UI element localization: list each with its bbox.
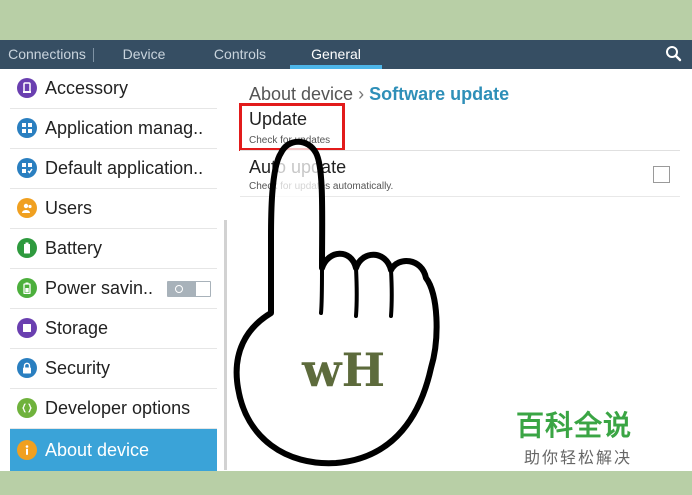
sidebar-item-label: Battery bbox=[45, 238, 103, 258]
sidebar-item-label: Default application.. bbox=[45, 158, 204, 178]
pointing-hand-illustration bbox=[233, 138, 440, 467]
watermark: 百科全说 助你轻松解决 bbox=[516, 404, 632, 468]
breadcrumb: About device › Software update bbox=[249, 84, 509, 105]
security-icon bbox=[17, 358, 37, 378]
sidebar-item-about-device[interactable]: About device bbox=[10, 429, 217, 471]
wh-logo: wH bbox=[300, 342, 410, 397]
tab-bar: Connections Device Controls General bbox=[0, 40, 692, 69]
battery-icon bbox=[17, 238, 37, 258]
sidebar-item-accessory[interactable]: Accessory bbox=[10, 69, 217, 109]
sidebar-item-label: Developer options bbox=[45, 398, 191, 418]
settings-sidebar: Accessory Application manag.. Default ap… bbox=[10, 69, 225, 471]
breadcrumb-parent[interactable]: About device bbox=[249, 84, 353, 104]
sidebar-item-developer-options[interactable]: Developer options bbox=[10, 389, 217, 429]
watermark-subtitle: 助你轻松解决 bbox=[524, 448, 633, 467]
sidebar-item-battery[interactable]: Battery bbox=[10, 229, 217, 269]
users-icon bbox=[17, 198, 37, 218]
power-saving-icon bbox=[17, 278, 37, 298]
sidebar-item-label: Accessory bbox=[45, 78, 129, 98]
storage-icon bbox=[17, 318, 37, 338]
accessory-icon bbox=[17, 78, 37, 98]
power-saving-toggle[interactable] bbox=[167, 281, 211, 297]
tab-controls[interactable]: Controls bbox=[196, 40, 284, 69]
sidebar-item-label: About device bbox=[45, 440, 150, 460]
sidebar-item-security[interactable]: Security bbox=[10, 349, 217, 389]
default-applications-icon bbox=[17, 158, 37, 178]
sidebar-item-default-applications[interactable]: Default application.. bbox=[10, 149, 217, 189]
top-frame bbox=[0, 0, 692, 40]
tab-separator bbox=[93, 48, 94, 62]
application-manager-icon bbox=[17, 118, 37, 138]
wh-logo-text: wH bbox=[301, 343, 385, 394]
developer-options-icon bbox=[17, 398, 37, 418]
sidebar-item-users[interactable]: Users bbox=[10, 189, 217, 229]
sidebar-item-storage[interactable]: Storage bbox=[10, 309, 217, 349]
toggle-off-indicator bbox=[175, 285, 183, 293]
search-icon[interactable] bbox=[664, 44, 684, 64]
sidebar-item-label: Security bbox=[45, 358, 111, 378]
breadcrumb-separator: › bbox=[358, 84, 365, 104]
bottom-frame bbox=[0, 471, 692, 495]
auto-update-checkbox[interactable] bbox=[653, 166, 670, 183]
tab-connections[interactable]: Connections bbox=[2, 40, 92, 69]
sidebar-item-power-saving[interactable]: Power savin.. bbox=[10, 269, 217, 309]
sidebar-item-label: Application manag.. bbox=[45, 118, 204, 138]
about-device-icon bbox=[17, 440, 37, 460]
toggle-knob bbox=[196, 282, 210, 296]
sidebar-item-label: Power savin.. bbox=[45, 278, 154, 298]
sidebar-item-label: Storage bbox=[45, 318, 109, 338]
watermark-title: 百科全说 bbox=[516, 409, 633, 442]
sidebar-item-label: Users bbox=[45, 198, 93, 218]
tab-device[interactable]: Device bbox=[100, 40, 188, 69]
sidebar-item-application-manager[interactable]: Application manag.. bbox=[10, 109, 217, 149]
breadcrumb-current: Software update bbox=[369, 84, 510, 104]
